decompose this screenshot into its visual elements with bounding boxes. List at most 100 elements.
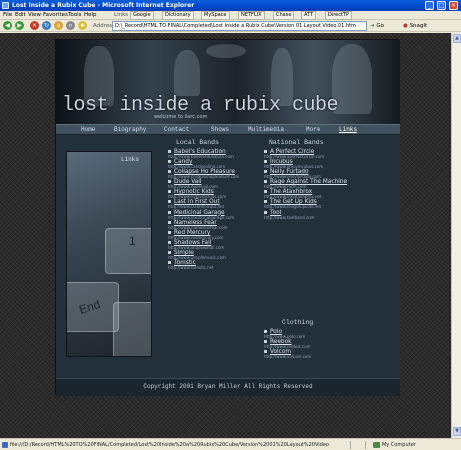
maximize-button[interactable]: □ (437, 1, 446, 10)
close-button[interactable]: × (449, 1, 458, 10)
scroll-down-icon[interactable]: ▼ (453, 427, 461, 436)
go-arrow-icon: ➔ (370, 23, 375, 29)
page-icon (2, 442, 8, 448)
band-url: http://www.tomstic.net (168, 265, 214, 271)
links-label: Links (114, 12, 129, 18)
menu-tools[interactable]: Tools (68, 12, 82, 18)
menu-view[interactable]: View (28, 12, 41, 18)
band-link[interactable]: Collapse Ho Pleasure (168, 169, 278, 175)
forward-icon[interactable]: ▶ (15, 21, 24, 30)
nav-links[interactable]: Links (339, 126, 357, 133)
band-link[interactable]: Red Mercury (168, 230, 278, 236)
link-att[interactable]: ATT (301, 11, 317, 20)
snagit-button[interactable]: ● SnagIt (403, 21, 427, 31)
home-icon[interactable]: ⌂ (54, 21, 63, 30)
clothing-link[interactable]: Volcom (264, 349, 374, 355)
list-item: Babel's Education http://www.babelseducat… (168, 149, 278, 159)
band-url: http://www.toolband.com (264, 214, 315, 220)
scroll-up-icon[interactable]: ▲ (453, 34, 461, 43)
band-link[interactable]: A Perfect Circle (264, 149, 374, 155)
link-google[interactable]: Google (130, 11, 154, 20)
national-bands-list: A Perfect Circle http://www.aperfectcircl… (264, 149, 374, 220)
band-link[interactable]: Tool (264, 210, 374, 216)
national-bands-heading: National Bands (269, 139, 324, 146)
favorites-icon[interactable]: ★ (78, 21, 87, 30)
list-item: The Get Up Kids http://www.thegetupkids.n… (264, 199, 374, 209)
ie-icon (2, 2, 9, 9)
list-item: Volcom http://www.volcom.com (264, 349, 374, 359)
address-bar[interactable]: D:\_Record\HTML TO FINAL\Completed\Lost … (112, 21, 367, 31)
navigation-toolbar: ◀ ▶ × ↻ ⌂ ⌕ ★ Address D:\_Record\HTML TO… (0, 20, 461, 32)
link-netflix[interactable]: NETFLIX (238, 11, 265, 20)
menu-bar: File Edit View Favorites Tools Help Link… (0, 11, 461, 20)
links-content: 1 End Links Local Bands National Bands B… (56, 135, 400, 378)
cymbal-photo (206, 44, 246, 58)
list-item: Tomstic http://www.tomstic.net (168, 260, 278, 270)
stop-icon[interactable]: × (30, 21, 39, 30)
list-item: Nelly Furtado http://www.nellyfurtado.com (264, 169, 374, 179)
band-link[interactable]: Rage Against The Machine (264, 179, 374, 185)
menu-edit[interactable]: Edit (15, 12, 26, 18)
menu-help[interactable]: Help (84, 12, 97, 18)
go-button[interactable]: ➔ Go (370, 21, 384, 31)
minimize-button[interactable]: _ (425, 1, 434, 10)
band-link[interactable]: Incubus (264, 159, 374, 165)
list-item: The Ataxhbrox http://www.theataxhbrox.net (264, 189, 374, 199)
band-link[interactable]: Babel's Education (168, 149, 278, 155)
band-link[interactable]: Tomstic (168, 260, 278, 266)
list-item: Simple http://www.simplemusic.com (168, 250, 278, 260)
band-link[interactable]: Last in First Out (168, 199, 278, 205)
list-item: Red Mercury http://www.redmercury.com (168, 230, 278, 240)
site-footer: Copyright 2001 Bryan Miller All Rights R… (56, 378, 400, 396)
photo-label: Links (121, 156, 140, 163)
keyboard-key-2 (113, 302, 151, 356)
search-icon[interactable]: ⌕ (66, 21, 75, 30)
nav-shows[interactable]: Shows (211, 126, 229, 133)
clothing-list: Polo http://www.polo.com Reebok http://www… (264, 329, 374, 359)
list-item: Candy http://www.candyonline.com (168, 159, 278, 169)
window-title: Lost Inside a Rubix Cube - Microsoft Int… (12, 2, 195, 9)
band-link[interactable]: The Ataxhbrox (264, 189, 374, 195)
snagit-label: SnagIt (409, 23, 428, 29)
list-item: Polo http://www.polo.com (264, 329, 374, 339)
status-text: file:///D:/Record/HTML%20TO%20FINAL/Comp… (10, 442, 329, 448)
band-link[interactable]: Nelly Furtado (264, 169, 374, 175)
list-item: Hypnotic Kids http://www.hypnotickids.com (168, 189, 278, 199)
clothing-link[interactable]: Reebok (264, 339, 374, 345)
link-directtp[interactable]: DirectTP (325, 11, 353, 20)
snagit-icon: ● (403, 23, 408, 29)
nav-more[interactable]: More (306, 126, 320, 133)
nav-home[interactable]: Home (81, 126, 95, 133)
site-nav: Home Biography Contact Shows Multimedia … (56, 124, 400, 135)
keyboard-photo: 1 End Links (66, 151, 152, 357)
computer-icon (373, 442, 380, 448)
back-icon[interactable]: ◀ (3, 21, 12, 30)
band-link[interactable]: Medicinal Garage (168, 210, 278, 216)
clothing-link[interactable]: Polo (264, 329, 374, 335)
menu-favorites[interactable]: Favorites (43, 12, 68, 18)
band-link[interactable]: Simple (168, 250, 278, 256)
refresh-icon[interactable]: ↻ (42, 21, 51, 30)
band-link[interactable]: Hypnotic Kids (168, 189, 278, 195)
link-dictionary[interactable]: Dictionary (162, 11, 194, 20)
list-item: Reebok http://www.reebok.com (264, 339, 374, 349)
link-chase[interactable]: Chase (273, 11, 295, 20)
band-link[interactable]: Nameless Fear (168, 220, 278, 226)
band-link[interactable]: The Get Up Kids (264, 199, 374, 205)
vertical-scrollbar[interactable]: ▲ ▼ (451, 33, 461, 438)
nav-contact[interactable]: Contact (164, 126, 189, 133)
list-item: Tool http://www.toolband.com (264, 210, 374, 220)
band-link[interactable]: Dude Vail (168, 179, 278, 185)
list-item: Incubus http://www.enjoyincubus.com (264, 159, 374, 169)
menu-file[interactable]: File (3, 12, 12, 18)
nav-biography[interactable]: Biography (114, 126, 146, 133)
status-divider (365, 441, 366, 449)
clothing-url: http://www.volcom.com (264, 354, 312, 360)
link-myspace[interactable]: MySpace (201, 11, 230, 20)
key-glyph-1: 1 (129, 234, 136, 248)
band-link[interactable]: Candy (168, 159, 278, 165)
list-item: Collapse Ho Pleasure http://www.collapseh… (168, 169, 278, 179)
clothing-heading: Clothing (282, 319, 314, 326)
nav-multimedia[interactable]: Multimedia (248, 126, 284, 133)
band-link[interactable]: Shadows Fall (168, 240, 278, 246)
